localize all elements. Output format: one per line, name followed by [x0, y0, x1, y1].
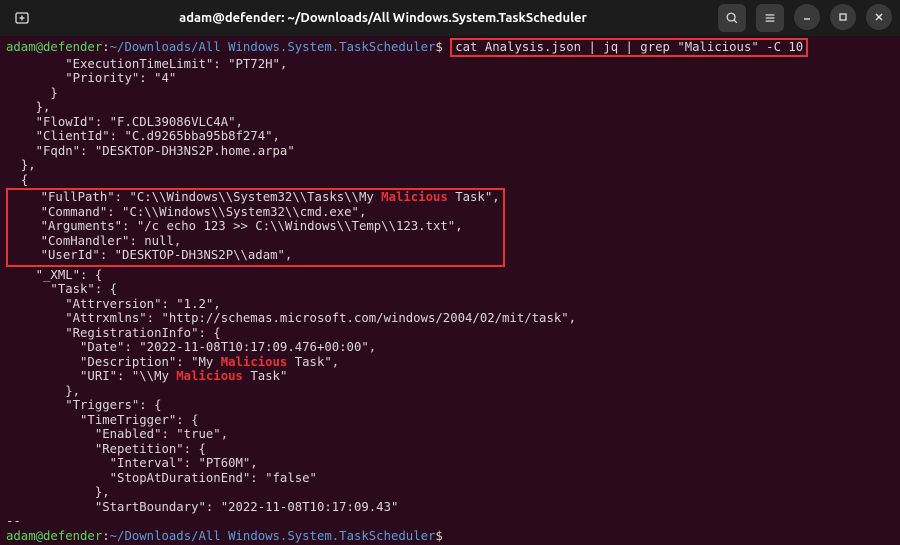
prompt-path: ~/Downloads/All Windows.System.TaskSched… — [110, 40, 436, 54]
output-line: } — [6, 86, 894, 101]
minimize-button[interactable] — [794, 4, 820, 30]
output-line: "Fqdn": "DESKTOP-DH3NS2P.home.arpa" — [6, 144, 894, 159]
output-line: "RegistrationInfo": { — [6, 326, 894, 341]
command-text: cat Analysis.json | jq | grep "Malicious… — [455, 40, 803, 54]
window-title: adam@defender: ~/Downloads/All Windows.S… — [48, 11, 718, 25]
titlebar-controls — [718, 4, 892, 32]
output-line: "Triggers": { — [6, 398, 894, 413]
output-line: "UserId": "DESKTOP-DH3NS2P\\adam", — [11, 248, 500, 263]
json-highlight-box: "FullPath": "C:\\Windows\\System32\\Task… — [6, 188, 505, 267]
output-line: "StopAtDurationEnd": "false" — [6, 471, 894, 486]
output-line: "Attrxmlns": "http://schemas.microsoft.c… — [6, 311, 894, 326]
output-after-box: "_XML": { "Task": { "Attrversion": "1.2"… — [6, 268, 894, 529]
output-line: }, — [6, 158, 894, 173]
output-line: "ClientId": "C.d9265bba95b8f274", — [6, 129, 894, 144]
new-tab-icon[interactable] — [8, 4, 36, 32]
prompt-line-1: adam@defender:~/Downloads/All Windows.Sy… — [6, 38, 894, 57]
output-line: "Date": "2022-11-08T10:17:09.476+00:00", — [6, 340, 894, 355]
prompt-line-2: adam@defender:~/Downloads/All Windows.Sy… — [6, 529, 894, 544]
output-line: "Interval": "PT60M", — [6, 456, 894, 471]
output-line: "Description": "My Malicious Task", — [6, 355, 894, 370]
output-line: "_XML": { — [6, 268, 894, 283]
output-line: "Attrversion": "1.2", — [6, 297, 894, 312]
output-line: "Repetition": { — [6, 442, 894, 457]
output-line: "Command": "C:\\Windows\\System32\\cmd.e… — [11, 205, 500, 220]
output-before-box: "ExecutionTimeLimit": "PT72H", "Priority… — [6, 57, 894, 188]
output-line: }, — [6, 485, 894, 500]
output-line: "ExecutionTimeLimit": "PT72H", — [6, 57, 894, 72]
output-line: -- — [6, 514, 894, 529]
output-line: }, — [6, 384, 894, 399]
command-highlight-box: cat Analysis.json | jq | grep "Malicious… — [450, 38, 808, 57]
output-line: "Enabled": "true", — [6, 427, 894, 442]
terminal-body[interactable]: adam@defender:~/Downloads/All Windows.Sy… — [0, 36, 900, 545]
hamburger-menu-button[interactable] — [756, 4, 784, 32]
search-button[interactable] — [718, 4, 746, 32]
output-line: "TimeTrigger": { — [6, 413, 894, 428]
output-line: "URI": "\\My Malicious Task" — [6, 369, 894, 384]
output-line: { — [6, 173, 894, 188]
grep-match: Malicious — [221, 355, 288, 369]
output-line: "ComHandler": null, — [11, 234, 500, 249]
output-line: }, — [6, 100, 894, 115]
output-line: "Arguments": "/c echo 123 >> C:\\Windows… — [11, 219, 500, 234]
prompt-dollar: $ — [435, 40, 442, 54]
output-line: "Priority": "4" — [6, 71, 894, 86]
close-button[interactable] — [866, 4, 892, 30]
output-line: "FullPath": "C:\\Windows\\System32\\Task… — [11, 190, 500, 205]
prompt-user: adam@defender — [6, 40, 102, 54]
maximize-button[interactable] — [830, 4, 856, 30]
output-line: "StartBoundary": "2022-11-08T10:17:09.43… — [6, 500, 894, 515]
titlebar: adam@defender: ~/Downloads/All Windows.S… — [0, 0, 900, 36]
grep-match: Malicious — [176, 369, 243, 383]
grep-match: Malicious — [381, 190, 448, 204]
output-line: "FlowId": "F.CDL39086VLC4A", — [6, 115, 894, 130]
output-line: "Task": { — [6, 282, 894, 297]
